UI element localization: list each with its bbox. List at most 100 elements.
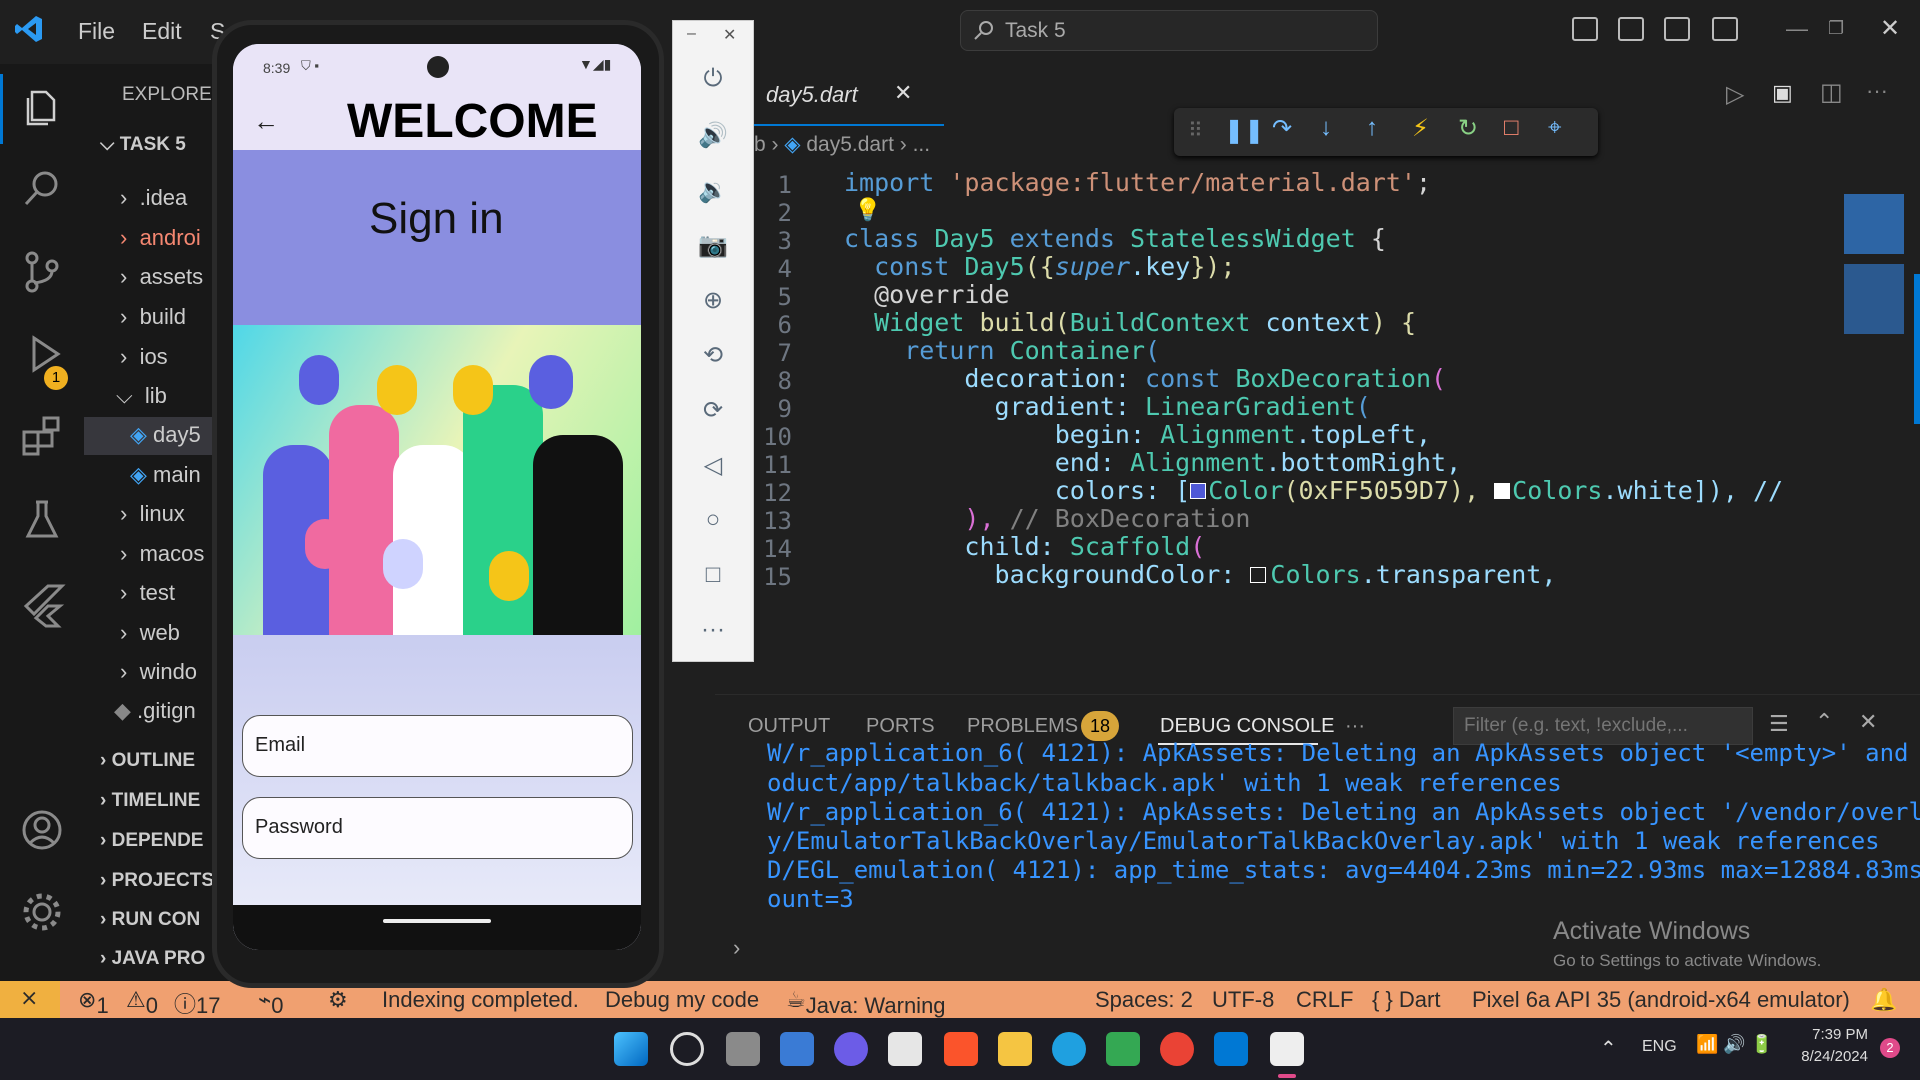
rotate-right-icon[interactable]: ⟳ — [697, 396, 729, 428]
toggle-panel-icon[interactable] — [1618, 17, 1644, 41]
screenshot-camera-icon[interactable]: 📷 — [697, 231, 729, 263]
section-timeline[interactable]: › TIMELINE — [100, 790, 200, 812]
language-mode[interactable]: { } Dart — [1372, 987, 1440, 1013]
store-icon[interactable] — [888, 1032, 922, 1066]
account-icon[interactable] — [18, 806, 66, 854]
end-of-line[interactable]: CRLF — [1296, 987, 1353, 1013]
widgets-icon[interactable] — [780, 1032, 814, 1066]
emulator-minimize-icon[interactable]: – — [687, 25, 696, 43]
menu-file[interactable]: File — [78, 18, 115, 45]
notifications-bell-icon[interactable]: 🔔 — [1870, 987, 1897, 1013]
rotate-left-icon[interactable]: ⟲ — [697, 341, 729, 373]
console-prompt-icon[interactable]: › — [733, 935, 740, 961]
code-area[interactable]: import 'package:flutter/material.dart'; … — [844, 168, 1844, 588]
tree-item-android[interactable]: › androi — [120, 225, 201, 259]
device-selector[interactable]: Pixel 6a API 35 (android-x64 emulator) — [1472, 987, 1850, 1013]
encoding[interactable]: UTF-8 — [1212, 987, 1274, 1013]
toggle-secondary-sidebar-icon[interactable] — [1664, 17, 1690, 41]
drag-handle-icon[interactable]: ⠿ — [1188, 118, 1203, 143]
step-into-icon[interactable]: ↓ — [1320, 114, 1332, 142]
restore-icon[interactable]: ❐ — [1828, 18, 1844, 39]
tab-ports[interactable]: PORTS — [866, 715, 935, 738]
tree-item-linux[interactable]: › linux — [120, 501, 185, 535]
file-explorer-icon[interactable] — [998, 1032, 1032, 1066]
email-field[interactable]: Email — [242, 715, 633, 777]
tree-item-assets[interactable]: › assets — [120, 264, 203, 298]
volume-up-icon[interactable]: 🔊 — [697, 121, 729, 153]
tab-problems[interactable]: PROBLEMS — [967, 715, 1078, 738]
tree-item-day5[interactable]: ◈ day5 — [130, 422, 201, 456]
tree-item-web[interactable]: › web — [120, 620, 180, 654]
password-field[interactable]: Password — [242, 797, 633, 859]
errors-count[interactable]: ⊗ 1 — [78, 987, 109, 1018]
tree-item-test[interactable]: › test — [120, 580, 175, 614]
teams-chat-icon[interactable] — [834, 1032, 868, 1066]
console-filter-input[interactable] — [1453, 707, 1753, 745]
minimize-icon[interactable]: — — [1786, 16, 1808, 42]
notification-badge[interactable]: 2 — [1880, 1038, 1900, 1058]
inspect-widget-icon[interactable]: ⌖ — [1548, 114, 1562, 142]
power-icon[interactable]: ⏻ — [697, 65, 729, 97]
pause-icon[interactable]: ❚❚ — [1224, 116, 1264, 145]
hot-reload-icon[interactable]: ⚡ — [1412, 114, 1429, 143]
step-out-icon[interactable]: ↑ — [1366, 114, 1378, 142]
extensions-icon[interactable] — [18, 412, 66, 460]
emulator-close-icon[interactable]: ✕ — [723, 25, 736, 45]
close-window-icon[interactable]: ✕ — [1880, 14, 1900, 43]
search-icon[interactable] — [18, 164, 66, 212]
edge-browser-icon[interactable] — [1052, 1032, 1086, 1066]
chrome-icon[interactable] — [1160, 1032, 1194, 1066]
clock-date[interactable]: 8/24/2024 — [1792, 1048, 1868, 1065]
section-java-projects[interactable]: › JAVA PRO — [100, 948, 205, 970]
testing-icon[interactable] — [18, 496, 66, 544]
google-drive-icon[interactable] — [1106, 1032, 1140, 1066]
back-icon[interactable]: ◁ — [697, 451, 729, 483]
clear-console-icon[interactable]: ☰ — [1769, 711, 1789, 737]
step-over-icon[interactable]: ↷ — [1272, 114, 1292, 143]
console-output[interactable]: W/r_application_6( 4121): ApkAssets: Del… — [715, 741, 1920, 941]
task-view-icon[interactable] — [726, 1032, 760, 1066]
command-center[interactable]: Task 5 — [960, 10, 1378, 51]
project-root[interactable]: ⌵ TASK 5 — [100, 134, 186, 156]
android-emulator-taskbar-icon[interactable] — [1270, 1032, 1304, 1066]
tab-output[interactable]: OUTPUT — [748, 715, 830, 738]
tab-close-icon[interactable]: ✕ — [894, 80, 912, 106]
lightbulb-icon[interactable]: 💡 — [854, 198, 881, 223]
start-icon[interactable] — [614, 1032, 648, 1066]
input-language[interactable]: ENG — [1642, 1038, 1677, 1056]
home-icon[interactable]: ○ — [697, 506, 729, 538]
color-swatch-transparent[interactable] — [1250, 567, 1267, 583]
menu-edit[interactable]: Edit — [142, 18, 182, 45]
tree-item-gitignore[interactable]: ◆ .gitign — [114, 698, 196, 732]
home-gesture-bar[interactable] — [383, 919, 491, 923]
maximize-panel-icon[interactable]: ⌃ — [1815, 709, 1833, 735]
debug-status-icon[interactable]: ⚙ — [328, 987, 348, 1013]
split-editor-icon[interactable]: ◫ — [1820, 78, 1843, 107]
debug-mode[interactable]: Debug my code — [605, 987, 759, 1013]
brave-browser-icon[interactable] — [944, 1032, 978, 1066]
warnings-count[interactable]: ⚠ 0 — [126, 987, 158, 1018]
overview-icon[interactable]: □ — [697, 561, 729, 593]
tree-item-ios[interactable]: › ios — [120, 344, 168, 378]
panel-more-icon[interactable]: ··· — [1345, 715, 1365, 738]
flutter-icon[interactable] — [18, 580, 66, 628]
tree-item-lib[interactable]: ⌵ lib — [116, 383, 167, 417]
section-projects[interactable]: › PROJECTS — [100, 870, 214, 892]
settings-gear-icon[interactable] — [18, 888, 66, 936]
vscode-taskbar-icon[interactable] — [1214, 1032, 1248, 1066]
color-swatch-white[interactable] — [1494, 483, 1511, 499]
customize-layout-icon[interactable] — [1712, 17, 1738, 41]
editor-tab-day5[interactable]: day5.dart ✕ — [754, 64, 944, 126]
zoom-icon[interactable]: ⊕ — [697, 286, 729, 318]
more-options-icon[interactable]: ··· — [697, 616, 729, 648]
stop-icon[interactable]: □ — [1504, 114, 1519, 142]
indexing-status[interactable]: Indexing completed. — [382, 987, 579, 1013]
more-actions-icon[interactable]: ··· — [1866, 78, 1888, 104]
restart-icon[interactable]: ↻ — [1458, 114, 1478, 143]
close-panel-icon[interactable]: ✕ — [1859, 709, 1877, 735]
breadcrumb-folder[interactable]: b — [754, 133, 766, 156]
infos-count[interactable]: ⓘ 17 — [174, 987, 221, 1019]
remote-indicator[interactable]: ⨯ — [0, 981, 60, 1018]
ports-forwarded[interactable]: ⌁ 0 — [258, 987, 284, 1018]
volume-down-icon[interactable]: 🔉 — [697, 176, 729, 208]
